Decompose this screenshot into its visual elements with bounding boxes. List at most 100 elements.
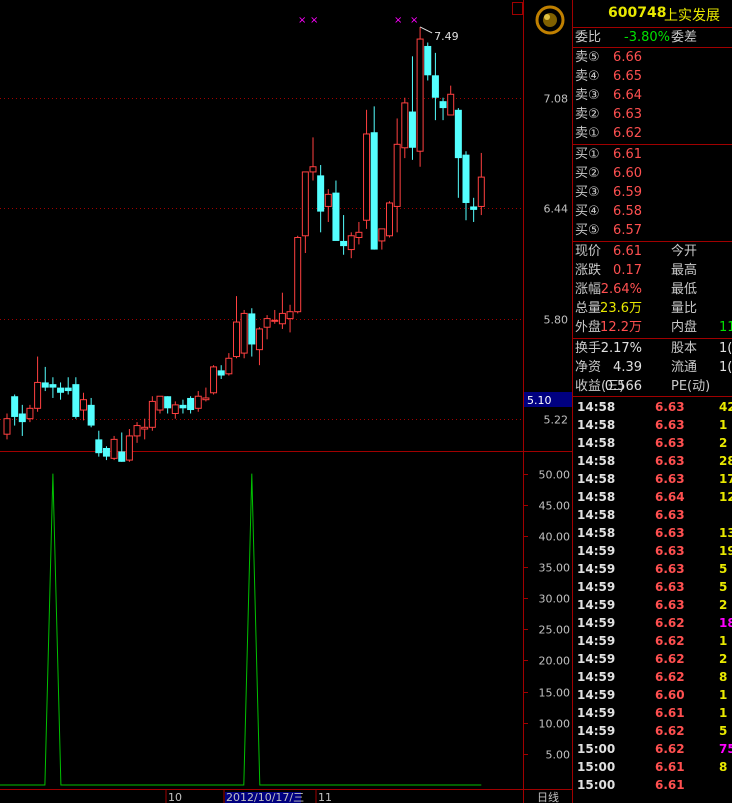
tick-row[interactable]: 14:59 6.62 189 <box>573 614 732 632</box>
tick-row[interactable]: 14:59 6.62 1 <box>573 632 732 650</box>
tick-row[interactable]: 14:58 6.64 12 <box>573 488 732 506</box>
quote-value: 6.61 <box>613 244 642 259</box>
tick-row[interactable]: 14:58 6.63 <box>573 506 732 524</box>
candle <box>110 435 118 461</box>
quote-label-2: 内盘 <box>671 320 698 335</box>
indicator-tick-label: 5.00 <box>546 749 571 762</box>
date-label: 10 <box>168 791 182 803</box>
quote-label: 现价 <box>575 244 602 259</box>
tick-price: 6.62 <box>655 634 685 648</box>
candle <box>294 235 302 314</box>
tick-price: 6.61 <box>655 706 685 720</box>
candle-body-up <box>210 366 218 394</box>
candle <box>301 171 309 254</box>
candle <box>72 377 80 419</box>
date-label: 2012/10/17/三 <box>226 791 304 803</box>
bid-level-label: 买⑤ <box>575 223 600 238</box>
tick-time: 14:58 <box>577 400 616 414</box>
bid-row: 买② 6.60 <box>573 164 732 183</box>
candle <box>347 232 355 259</box>
indicator-tick-label: 15.00 <box>539 687 571 700</box>
candle-body-down <box>248 313 256 345</box>
tick-row[interactable]: 14:58 6.63 1 <box>573 416 732 434</box>
tick-time: 14:59 <box>577 616 616 630</box>
tick-row[interactable]: 15:00 6.61 <box>573 776 732 794</box>
ask-price: 6.64 <box>613 88 642 103</box>
quote-label: 总量 <box>575 301 602 316</box>
tick-volume: 1 <box>719 418 728 432</box>
candle <box>477 152 485 216</box>
tick-row[interactable]: 14:59 6.63 19 <box>573 542 732 560</box>
candle-body-up <box>80 399 87 411</box>
candle <box>286 304 294 333</box>
tick-time: 14:59 <box>577 598 616 612</box>
tick-row[interactable]: 14:59 6.62 5 <box>573 722 732 740</box>
tick-price: 6.61 <box>655 778 685 792</box>
ask-row: 卖② 6.63 <box>573 105 732 124</box>
bid-price: 6.61 <box>613 147 642 162</box>
quote-label-2: 最高 <box>671 263 698 278</box>
ask-row: 卖① 6.62 <box>573 124 732 143</box>
candle <box>41 366 49 392</box>
candle-body-down <box>11 396 19 417</box>
tick-row[interactable]: 14:59 6.63 2 <box>573 596 732 614</box>
tick-row[interactable]: 14:58 6.63 2 <box>573 434 732 452</box>
indicator-series <box>0 473 482 786</box>
tick-time: 14:59 <box>577 652 616 666</box>
candle <box>447 85 455 116</box>
candle-body-down <box>49 384 57 388</box>
fundamental-label: 换手 <box>575 341 602 356</box>
candle-body-down <box>41 382 49 388</box>
tick-row[interactable]: 14:59 6.60 1 <box>573 686 732 704</box>
bid-row: 买① 6.61 <box>573 145 732 164</box>
candle <box>141 418 149 440</box>
tick-volume: 42 <box>719 400 732 414</box>
tick-price: 6.63 <box>655 400 685 414</box>
tick-time: 14:59 <box>577 544 616 558</box>
quote-row: 现价 6.61 今开 <box>573 242 732 261</box>
current-price-label: 5.10 <box>527 394 552 407</box>
candle-body-down <box>179 404 187 409</box>
ask-level-label: 卖② <box>575 107 600 122</box>
tick-row[interactable]: 14:59 6.63 5 <box>573 578 732 596</box>
fundamental-row: 换手 2.17% 股本 1( <box>573 339 732 358</box>
tick-row[interactable]: 14:59 6.61 1 <box>573 704 732 722</box>
quote-row: 涨跌 0.17 最高 <box>573 261 732 280</box>
signal-marker: × <box>298 15 306 26</box>
tick-volume: 2 <box>719 652 728 666</box>
tick-time: 14:58 <box>577 508 616 522</box>
high-annotation-label: 7.49 <box>434 30 459 43</box>
ask-level-label: 卖④ <box>575 69 600 84</box>
quote-label: 涨幅 <box>575 282 602 297</box>
panel-separator <box>573 396 732 397</box>
tick-row[interactable]: 14:59 6.62 8 <box>573 668 732 686</box>
tick-price: 6.63 <box>655 454 685 468</box>
candle <box>49 377 57 398</box>
candle <box>187 396 195 414</box>
tick-row[interactable]: 14:58 6.63 42 <box>573 398 732 416</box>
candle-body-down <box>317 175 325 212</box>
indicator-tick-label: 10.00 <box>539 718 571 731</box>
candle <box>202 387 210 402</box>
tick-row[interactable]: 15:00 6.62 75 <box>573 740 732 758</box>
bid-price: 6.59 <box>613 185 642 200</box>
tick-row[interactable]: 14:59 6.62 2 <box>573 650 732 668</box>
candle-body-up <box>148 400 156 428</box>
candle-body-up <box>301 171 309 237</box>
weidiff-label: 委差 <box>671 30 698 45</box>
candle <box>133 422 141 443</box>
tick-price: 6.60 <box>655 688 685 702</box>
tick-time: 14:58 <box>577 454 616 468</box>
tick-row[interactable]: 14:58 6.63 28 <box>573 452 732 470</box>
tick-row[interactable]: 14:58 6.63 13 <box>573 524 732 542</box>
tick-price: 6.61 <box>655 760 685 774</box>
candle <box>125 429 133 462</box>
tick-row[interactable]: 14:59 6.63 5 <box>573 560 732 578</box>
maximize-icon[interactable] <box>512 2 523 15</box>
tick-row[interactable]: 14:58 6.63 17 <box>573 470 732 488</box>
quote-value: 0.17 <box>613 263 642 278</box>
candle <box>370 106 378 250</box>
bid-price: 6.60 <box>613 166 642 181</box>
candle <box>309 137 317 181</box>
tick-row[interactable]: 15:00 6.61 8 <box>573 758 732 776</box>
